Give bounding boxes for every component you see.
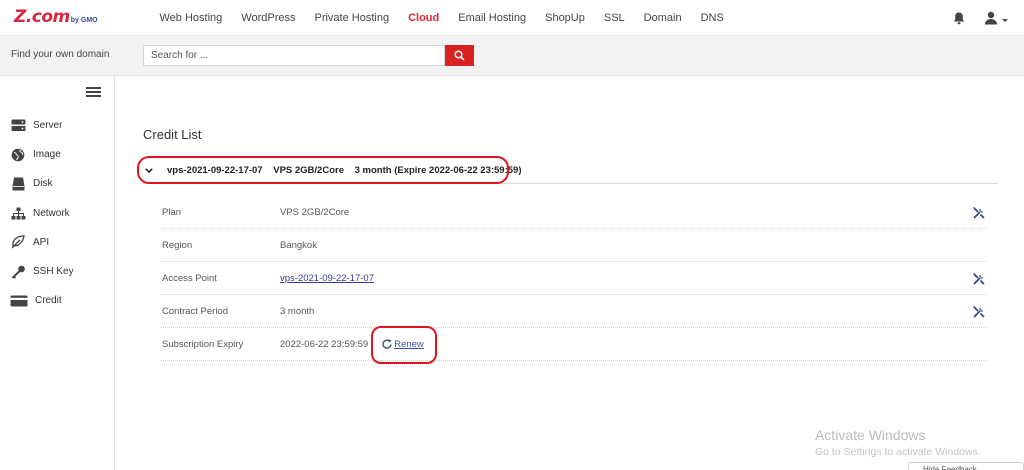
- region-label: Region: [162, 239, 193, 251]
- detail-row-contract-period: Contract Period 3 month: [161, 295, 986, 328]
- domain-search-bar: Find your own domain: [0, 36, 1024, 76]
- access-point-link[interactable]: vps-2021-09-22-17-07: [280, 273, 374, 284]
- activate-windows-subtitle: Go to Settings to activate Windows.: [815, 446, 981, 458]
- hide-feedback-button[interactable]: Hide Feedback: [908, 462, 1024, 470]
- detail-row-access-point: Access Point vps-2021-09-22-17-07: [161, 262, 986, 295]
- sidebar-item-ssh-key[interactable]: SSH Key: [0, 257, 115, 286]
- credit-item-header[interactable]: vps-2021-09-22-17-07 VPS 2GB/2Core 3 mon…: [143, 158, 998, 184]
- logo-text: Z.com: [14, 7, 70, 27]
- key-icon: [10, 265, 26, 279]
- search-button[interactable]: [445, 45, 474, 66]
- bell-icon[interactable]: [950, 9, 968, 27]
- sidebar-item-image[interactable]: Image: [0, 140, 115, 169]
- renew-label: Renew: [394, 338, 424, 350]
- nav-web-hosting[interactable]: Web Hosting: [160, 12, 223, 24]
- domain-search-input[interactable]: [143, 45, 445, 66]
- page-title: Credit List: [143, 127, 202, 142]
- nav-ssl[interactable]: SSL: [604, 12, 625, 24]
- subscription-expiry-value: 2022-06-22 23:59:59: [280, 338, 369, 350]
- access-point-label: Access Point: [162, 272, 217, 284]
- detail-row-plan: Plan VPS 2GB/2Core: [161, 196, 986, 229]
- main-content: Credit List vps-2021-09-22-17-07 VPS 2GB…: [116, 76, 1024, 470]
- nav-domain[interactable]: Domain: [644, 12, 682, 24]
- plan-value: VPS 2GB/2Core: [280, 206, 350, 218]
- sidebar-item-label: Image: [33, 149, 61, 161]
- nav-wordpress[interactable]: WordPress: [241, 12, 295, 24]
- nav-shopup[interactable]: ShopUp: [545, 12, 585, 24]
- logo-subtext: by GMO: [70, 17, 98, 24]
- credit-item-title: vps-2021-09-22-17-07 VPS 2GB/2Core 3 mon…: [167, 165, 529, 176]
- sidebar-item-disk[interactable]: Disk: [0, 169, 115, 198]
- activate-windows-title: Activate Windows: [815, 427, 926, 443]
- leaf-icon: [10, 235, 26, 249]
- user-menu[interactable]: [984, 9, 1010, 27]
- tools-icon[interactable]: [972, 305, 986, 319]
- credit-details: Plan VPS 2GB/2Core Region Bangkok Access…: [161, 196, 986, 361]
- sidebar-item-label: Credit: [35, 295, 62, 307]
- chevron-down-icon: [145, 168, 155, 173]
- detail-row-subscription-expiry: Subscription Expiry 2022-06-22 23:59:59 …: [161, 328, 986, 361]
- credit-period: 3 month (Expire 2022-06-22 23:59:59): [354, 165, 522, 176]
- credit-plan: VPS 2GB/2Core: [273, 165, 344, 176]
- sidebar-item-api[interactable]: API: [0, 228, 115, 257]
- menu-toggle-icon[interactable]: [86, 87, 101, 97]
- search-icon: [454, 50, 465, 61]
- sidebar-item-label: Disk: [33, 178, 53, 190]
- nav-private-hosting[interactable]: Private Hosting: [314, 12, 389, 24]
- region-value: Bangkok: [280, 239, 317, 251]
- sidebar-list: Server Image Disk Network API SSH Key Cr…: [0, 111, 115, 315]
- detail-row-region: Region Bangkok: [161, 229, 986, 262]
- disk-icon: [10, 177, 26, 191]
- nav-email-hosting[interactable]: Email Hosting: [458, 12, 526, 24]
- server-icon: [10, 119, 26, 133]
- renew-button[interactable]: Renew: [382, 339, 424, 350]
- zcom-logo[interactable]: Z.com by GMO: [14, 7, 98, 29]
- contract-period-value: 3 month: [280, 305, 315, 317]
- tools-icon[interactable]: [972, 272, 986, 286]
- sidebar-item-server[interactable]: Server: [0, 111, 115, 140]
- globe-icon: [10, 148, 26, 162]
- credit-card-icon: [10, 294, 28, 308]
- plan-label: Plan: [162, 206, 182, 218]
- sidebar-item-label: API: [33, 236, 50, 248]
- sidebar-item-credit[interactable]: Credit: [0, 286, 115, 315]
- sidebar-item-label: Server: [33, 120, 63, 132]
- tools-icon[interactable]: [972, 206, 986, 220]
- top-icons: [934, 0, 1010, 36]
- nav-dns[interactable]: DNS: [701, 12, 724, 24]
- sidebar-item-network[interactable]: Network: [0, 199, 115, 228]
- main-nav: Web Hosting WordPress Private Hosting Cl…: [150, 0, 733, 36]
- nav-cloud[interactable]: Cloud: [408, 12, 439, 24]
- sidebar-item-label: SSH Key: [33, 266, 74, 278]
- credit-name: vps-2021-09-22-17-07: [167, 165, 263, 176]
- top-navbar: Z.com by GMO Web Hosting WordPress Priva…: [0, 0, 1024, 36]
- sidebar-item-label: Network: [33, 207, 70, 219]
- network-icon: [10, 206, 26, 220]
- contract-period-label: Contract Period: [162, 305, 229, 317]
- user-icon: [985, 11, 1008, 25]
- refresh-icon: [382, 339, 392, 349]
- sidebar: Server Image Disk Network API SSH Key Cr…: [0, 76, 115, 470]
- subscription-expiry-label: Subscription Expiry: [162, 338, 244, 350]
- search-label: Find your own domain: [11, 49, 110, 60]
